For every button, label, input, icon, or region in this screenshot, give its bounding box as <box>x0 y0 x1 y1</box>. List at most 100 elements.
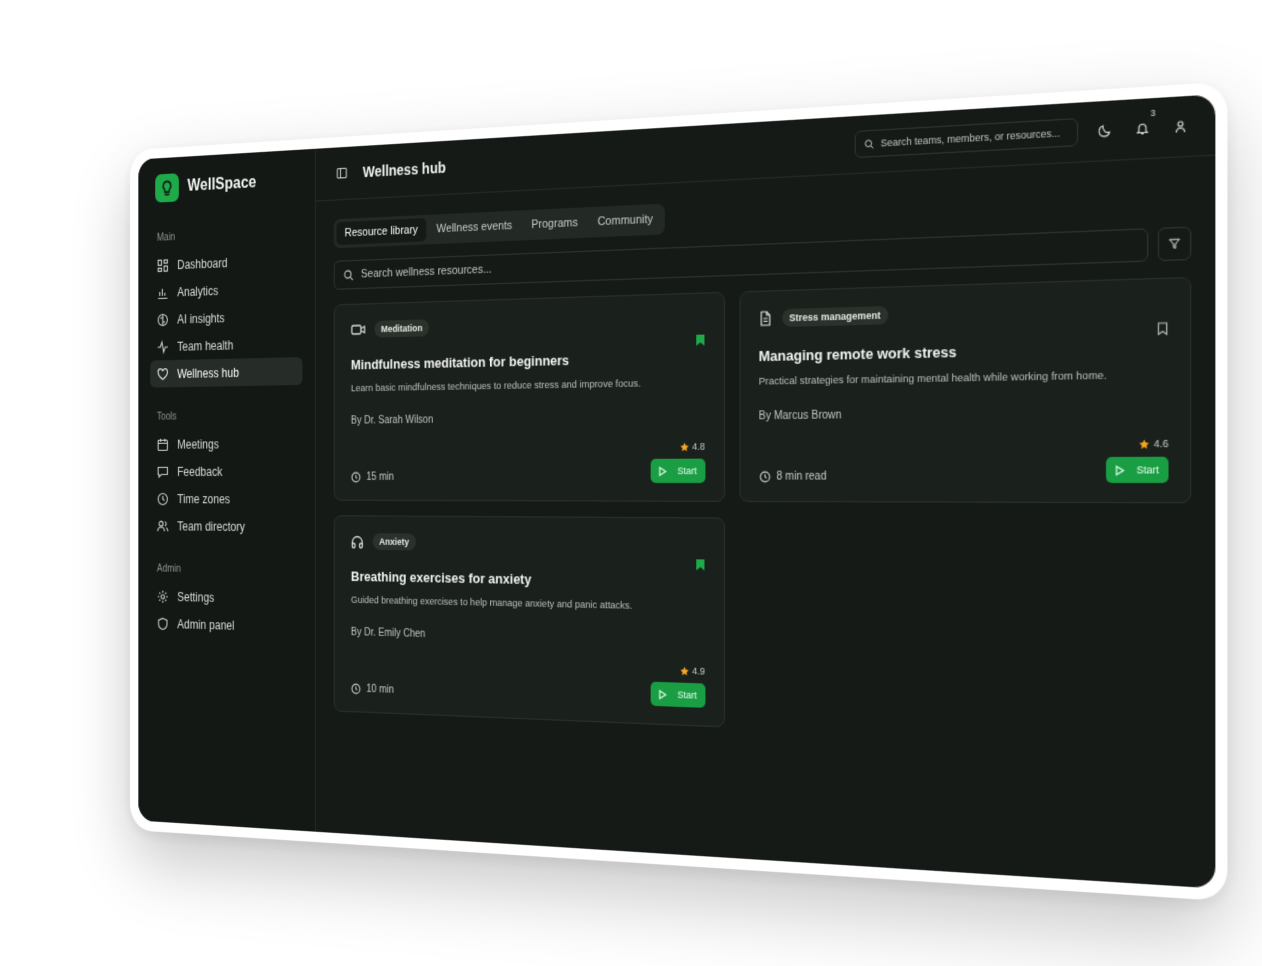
app-window: WellSpace Main Dashboard Analytics AI in… <box>138 94 1215 888</box>
sidebar-item-ai-insights[interactable]: AI insights <box>150 301 302 333</box>
nav-section-main: Main Dashboard Analytics AI insights Tea… <box>150 226 302 388</box>
category-tag: Meditation <box>375 319 429 337</box>
resource-title: Breathing exercises for anxiety <box>351 568 705 590</box>
duration-text: 8 min read <box>777 471 827 483</box>
resource-author: By Marcus Brown <box>759 405 1169 422</box>
dashboard-icon <box>157 258 169 273</box>
start-button[interactable]: Start <box>651 459 705 483</box>
main-area: Wellness hub Search teams, members, or r… <box>316 94 1216 888</box>
video-icon <box>351 323 366 336</box>
sidebar-item-label: Team directory <box>177 519 245 534</box>
users-icon <box>157 519 169 533</box>
clock-icon <box>351 683 361 695</box>
activity-icon <box>157 339 169 353</box>
start-button-label: Start <box>677 465 696 476</box>
lightbulb-logo-icon <box>155 173 179 202</box>
start-button-label: Start <box>1137 464 1160 476</box>
sidebar-item-wellness-hub[interactable]: Wellness hub <box>150 357 302 388</box>
clock-icon <box>157 492 169 506</box>
heart-icon <box>157 367 169 381</box>
sidebar: WellSpace Main Dashboard Analytics AI in… <box>138 149 315 832</box>
tab-community[interactable]: Community <box>589 207 662 234</box>
global-search-placeholder: Search teams, members, or resources... <box>881 127 1061 149</box>
calendar-icon <box>157 437 169 451</box>
section-label-admin: Admin <box>157 563 303 577</box>
sidebar-item-label: Dashboard <box>177 255 227 271</box>
duration-text: 15 min <box>366 471 393 483</box>
play-icon <box>659 689 667 699</box>
moon-icon <box>1098 123 1112 138</box>
sidebar-toggle-button[interactable] <box>334 163 350 183</box>
star-icon <box>680 442 689 452</box>
bell-icon <box>1135 121 1149 136</box>
sidebar-item-time-zones[interactable]: Time zones <box>150 485 302 513</box>
sidebar-item-team-health[interactable]: Team health <box>150 329 302 360</box>
resource-grid: Meditation Mindfulness meditation for be… <box>334 277 1192 747</box>
global-search-input[interactable]: Search teams, members, or resources... <box>855 118 1078 158</box>
document-icon <box>759 311 772 327</box>
user-icon <box>1173 119 1187 134</box>
tab-programs[interactable]: Programs <box>523 211 587 238</box>
bookmark-filled-icon[interactable] <box>695 333 705 347</box>
sidebar-item-admin-panel[interactable]: Admin panel <box>150 609 302 640</box>
resource-description: Practical strategies for maintaining men… <box>759 368 1169 388</box>
app-name: WellSpace <box>187 174 256 196</box>
rating: 4.8 <box>680 441 705 452</box>
brain-icon <box>157 312 169 326</box>
sidebar-item-label: Analytics <box>177 283 218 299</box>
start-button[interactable]: Start <box>1106 457 1169 483</box>
sidebar-item-label: Meetings <box>177 437 219 451</box>
category-tag: Anxiety <box>373 533 416 550</box>
nav-section-admin: Admin Settings Admin panel <box>150 563 302 641</box>
content: Resource library Wellness events Program… <box>316 156 1216 770</box>
rating-value: 4.6 <box>1154 438 1169 450</box>
section-label-tools: Tools <box>157 410 303 423</box>
tab-wellness-events[interactable]: Wellness events <box>428 214 521 242</box>
headphones-icon <box>351 535 364 549</box>
theme-toggle-button[interactable] <box>1094 119 1115 141</box>
sidebar-item-label: Wellness hub <box>177 365 239 380</box>
sidebar-item-feedback[interactable]: Feedback <box>150 457 302 485</box>
start-button-label: Start <box>677 689 696 701</box>
sidebar-item-meetings[interactable]: Meetings <box>150 429 302 458</box>
shield-icon <box>157 616 169 630</box>
rating-value: 4.9 <box>692 665 705 676</box>
section-label-main: Main <box>157 226 303 244</box>
sidebar-toggle-icon <box>336 167 347 180</box>
resource-card[interactable]: Stress management Managing remote work s… <box>739 277 1191 504</box>
sidebar-item-team-directory[interactable]: Team directory <box>150 512 302 541</box>
category-tag: Stress management <box>782 306 889 327</box>
nav-section-tools: Tools Meetings Feedback Time zones Team … <box>150 410 302 541</box>
tab-bar: Resource library Wellness events Program… <box>334 204 665 249</box>
bookmark-outline-icon[interactable] <box>1157 322 1169 337</box>
resource-author: By Dr. Emily Chen <box>351 627 705 648</box>
star-icon <box>680 666 689 676</box>
filter-button[interactable] <box>1158 226 1191 261</box>
resource-title: Mindfulness meditation for beginners <box>351 349 705 373</box>
start-button[interactable]: Start <box>651 682 705 708</box>
filter-icon <box>1169 238 1181 250</box>
rating-value: 4.8 <box>692 441 705 452</box>
resource-title: Managing remote work stress <box>759 338 1169 364</box>
clock-icon <box>759 471 771 483</box>
gear-icon <box>157 589 169 603</box>
tab-resource-library[interactable]: Resource library <box>336 218 426 245</box>
resource-duration: 15 min <box>351 471 394 483</box>
search-icon <box>344 269 354 281</box>
bookmark-filled-icon[interactable] <box>695 558 705 571</box>
resource-description: Learn basic mindfulness techniques to re… <box>351 377 705 395</box>
app-window-frame: WellSpace Main Dashboard Analytics AI in… <box>130 82 1227 902</box>
message-icon <box>157 464 169 478</box>
duration-text: 10 min <box>366 684 393 697</box>
sidebar-item-label: Admin panel <box>177 617 234 633</box>
star-icon <box>1139 438 1150 449</box>
resource-card[interactable]: Meditation Mindfulness meditation for be… <box>334 292 725 502</box>
clock-icon <box>351 472 361 483</box>
sidebar-item-label: Time zones <box>177 492 230 506</box>
sidebar-item-label: Settings <box>177 589 214 604</box>
resource-card[interactable]: Anxiety Breathing exercises for anxiety … <box>334 515 725 727</box>
sidebar-item-label: Team health <box>177 338 233 354</box>
notifications-button[interactable]: 3 <box>1132 117 1153 140</box>
user-menu-button[interactable] <box>1170 115 1192 138</box>
sidebar-item-settings[interactable]: Settings <box>150 582 302 613</box>
